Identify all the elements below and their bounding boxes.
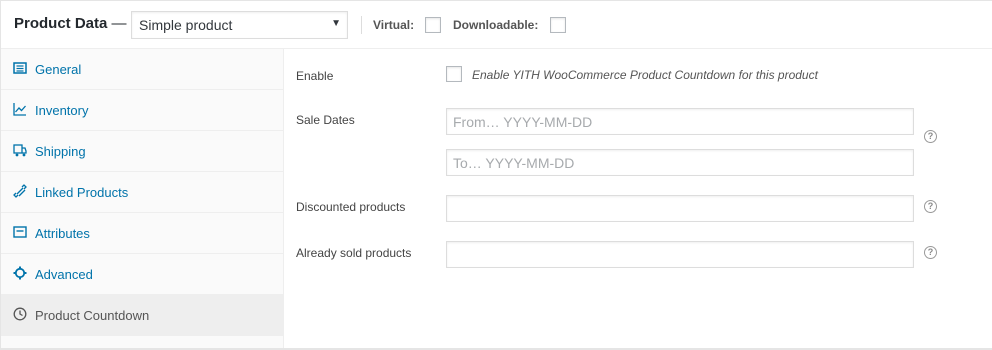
sale-date-to-placeholder: To… YYYY-MM-DD — [453, 155, 575, 171]
downloadable-checkbox[interactable] — [550, 17, 566, 33]
tab-product-countdown-label: Product Countdown — [35, 308, 150, 323]
inventory-icon — [13, 102, 27, 116]
tab-shipping[interactable]: Shipping — [1, 131, 283, 172]
product-data-title: Product Data — — [14, 15, 127, 32]
general-icon — [13, 61, 27, 75]
shipping-icon — [13, 143, 27, 157]
title-dash: — — [107, 15, 127, 32]
sale-date-from-input[interactable]: From… YYYY-MM-DD — [446, 108, 914, 135]
already-sold-input[interactable] — [446, 241, 914, 268]
tab-attributes-label: Attributes — [35, 226, 90, 241]
already-sold-help-icon[interactable]: ? — [924, 246, 937, 259]
tab-general[interactable]: General — [1, 49, 283, 90]
enable-label: Enable — [296, 69, 334, 83]
product-type-select[interactable]: Simple product ▼ — [131, 11, 348, 39]
downloadable-label: Downloadable: — [453, 18, 539, 32]
tab-shipping-label: Shipping — [35, 144, 86, 159]
link-icon — [13, 184, 27, 198]
sale-dates-help-icon[interactable]: ? — [924, 130, 937, 143]
tab-attributes[interactable]: Attributes — [1, 213, 283, 254]
tab-linked-products-label: Linked Products — [35, 185, 129, 200]
product-data-panel: Product Data — Simple product ▼ Virtual:… — [0, 0, 992, 350]
attributes-icon — [13, 225, 27, 239]
sale-dates-label: Sale Dates — [296, 113, 355, 127]
countdown-settings-form: Enable Enable YITH WooCommerce Product C… — [284, 49, 992, 350]
tab-advanced-label: Advanced — [35, 267, 93, 282]
tab-product-countdown[interactable]: Product Countdown — [1, 295, 283, 336]
chevron-down-icon: ▼ — [331, 18, 341, 29]
discounted-help-icon[interactable]: ? — [924, 200, 937, 213]
header-divider — [361, 16, 362, 34]
sale-date-from-placeholder: From… YYYY-MM-DD — [453, 114, 593, 130]
product-data-title-text: Product Data — [14, 15, 108, 32]
product-data-header: Product Data — Simple product ▼ Virtual:… — [1, 1, 992, 49]
gear-icon — [13, 266, 27, 280]
tab-linked-products[interactable]: Linked Products — [1, 172, 283, 213]
sale-date-to-input[interactable]: To… YYYY-MM-DD — [446, 149, 914, 176]
tab-advanced[interactable]: Advanced — [1, 254, 283, 295]
discounted-products-label: Discounted products — [296, 200, 406, 214]
tab-general-label: General — [35, 62, 82, 77]
product-type-value: Simple product — [139, 17, 233, 33]
virtual-label: Virtual: — [373, 18, 415, 32]
product-data-tabs: General Inventory Shipping Linked Produc… — [1, 49, 284, 350]
tab-inventory-label: Inventory — [35, 103, 89, 118]
enable-countdown-checkbox[interactable] — [446, 66, 462, 82]
virtual-checkbox[interactable] — [425, 17, 441, 33]
discounted-products-input[interactable] — [446, 195, 914, 222]
tab-inventory[interactable]: Inventory — [1, 90, 283, 131]
enable-description: Enable YITH WooCommerce Product Countdow… — [472, 68, 818, 82]
already-sold-label: Already sold products — [296, 246, 412, 260]
clock-icon — [13, 307, 27, 321]
